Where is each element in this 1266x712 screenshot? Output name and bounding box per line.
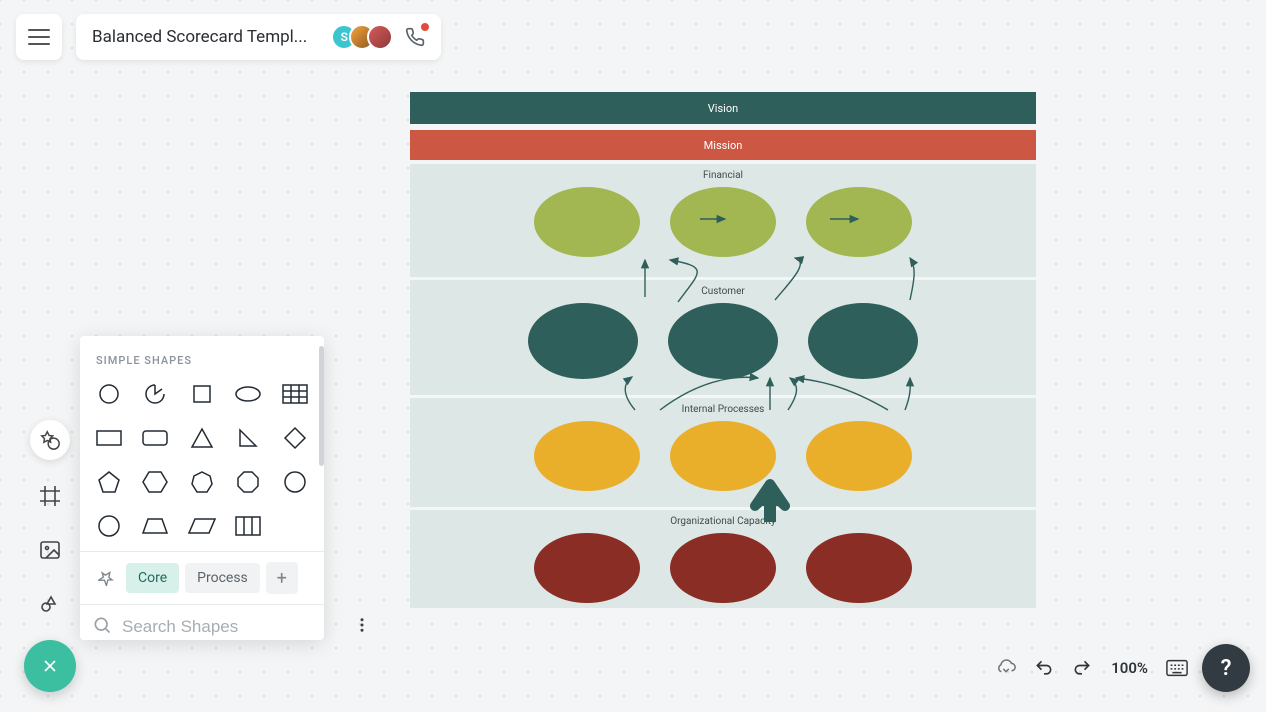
- organizational-label: Organizational Capacity: [410, 510, 1036, 527]
- financial-oval-1[interactable]: [534, 187, 640, 257]
- shape-octagon[interactable]: [229, 465, 267, 499]
- mission-band[interactable]: Mission: [410, 130, 1036, 160]
- menu-button[interactable]: [16, 14, 62, 60]
- shape-table[interactable]: [276, 377, 314, 411]
- shape-ellipse[interactable]: [229, 377, 267, 411]
- section-customer[interactable]: Customer: [410, 280, 1036, 398]
- vision-label: Vision: [708, 102, 738, 115]
- hamburger-icon: [28, 29, 50, 45]
- diagram-canvas-content[interactable]: Vision Mission Financial Customer Intern…: [410, 92, 1036, 620]
- section-internal[interactable]: Internal Processes: [410, 398, 1036, 510]
- shapes-panel-header: SIMPLE SHAPES: [80, 336, 324, 373]
- add-tab-button[interactable]: +: [266, 562, 298, 594]
- shape-triangle[interactable]: [183, 421, 221, 455]
- financial-oval-2[interactable]: [670, 187, 776, 257]
- document-title-card: Balanced Scorecard Templ... S: [76, 14, 441, 60]
- shape-empty: [276, 509, 314, 543]
- search-input[interactable]: [122, 617, 343, 637]
- shapes-tool-button[interactable]: [30, 420, 70, 460]
- shape-rounded-rect[interactable]: [136, 421, 174, 455]
- financial-oval-3[interactable]: [806, 187, 912, 257]
- panel-scrollbar[interactable]: [319, 346, 324, 466]
- vision-band[interactable]: Vision: [410, 92, 1036, 124]
- image-icon: [38, 538, 62, 562]
- shape-decagon[interactable]: [90, 509, 128, 543]
- pin-button[interactable]: [92, 564, 120, 592]
- mission-label: Mission: [704, 139, 743, 152]
- tab-process[interactable]: Process: [185, 563, 260, 593]
- more-vertical-icon: [353, 616, 371, 634]
- undo-button[interactable]: [1031, 655, 1057, 681]
- keyboard-button[interactable]: [1164, 655, 1190, 681]
- shapes-search-row: [80, 604, 324, 649]
- shapes-tabs: Core Process +: [80, 551, 324, 604]
- shape-parallelogram[interactable]: [183, 509, 221, 543]
- section-organizational[interactable]: Organizational Capacity: [410, 510, 1036, 608]
- help-icon: ?: [1221, 656, 1232, 681]
- close-icon: [40, 656, 60, 676]
- avatar-initial: S: [341, 30, 348, 44]
- avatar-3[interactable]: [367, 24, 393, 50]
- keyboard-icon: [1166, 659, 1188, 677]
- shape-grid[interactable]: [229, 509, 267, 543]
- more-button[interactable]: [353, 616, 371, 638]
- internal-oval-2[interactable]: [670, 421, 776, 491]
- shape-square[interactable]: [183, 377, 221, 411]
- organizational-oval-2[interactable]: [670, 533, 776, 603]
- pin-icon: [98, 570, 114, 586]
- undo-icon: [1034, 658, 1054, 678]
- shape-pentagon[interactable]: [90, 465, 128, 499]
- image-tool-button[interactable]: [32, 532, 68, 568]
- tab-core[interactable]: Core: [126, 563, 179, 593]
- call-button[interactable]: [403, 25, 427, 49]
- search-icon: [92, 615, 112, 639]
- participants-group: S: [331, 24, 427, 50]
- document-title[interactable]: Balanced Scorecard Templ...: [92, 27, 307, 47]
- customer-label: Customer: [410, 280, 1036, 297]
- redo-icon: [1072, 658, 1092, 678]
- shape-trapezoid[interactable]: [136, 509, 174, 543]
- notification-dot: [421, 23, 429, 31]
- help-button[interactable]: ?: [1202, 644, 1250, 692]
- customer-oval-2[interactable]: [668, 303, 778, 379]
- shape-hexagon[interactable]: [136, 465, 174, 499]
- frame-tool-button[interactable]: [32, 478, 68, 514]
- close-panel-button[interactable]: [24, 640, 76, 692]
- shape-rectangle[interactable]: [90, 421, 128, 455]
- shape-diamond[interactable]: [276, 421, 314, 455]
- frame-icon: [38, 484, 62, 508]
- draw-tool-button[interactable]: [32, 586, 68, 622]
- zoom-level[interactable]: 100%: [1107, 659, 1152, 677]
- shape-arc[interactable]: [136, 377, 174, 411]
- shape-nonagon[interactable]: [276, 465, 314, 499]
- bottom-controls: 100% ?: [993, 644, 1250, 692]
- internal-oval-1[interactable]: [534, 421, 640, 491]
- shape-circle[interactable]: [90, 377, 128, 411]
- organizational-oval-1[interactable]: [534, 533, 640, 603]
- star-shape-icon: [39, 429, 61, 451]
- shape-right-triangle[interactable]: [229, 421, 267, 455]
- redo-button[interactable]: [1069, 655, 1095, 681]
- section-financial[interactable]: Financial: [410, 164, 1036, 280]
- cloud-icon: [995, 657, 1017, 679]
- internal-label: Internal Processes: [410, 398, 1036, 415]
- organizational-oval-3[interactable]: [806, 533, 912, 603]
- left-toolbar: [24, 420, 76, 692]
- shapes-grid: [80, 373, 324, 551]
- customer-oval-3[interactable]: [808, 303, 918, 379]
- financial-label: Financial: [410, 164, 1036, 181]
- shapes-panel: SIMPLE SHAPES Core Process +: [80, 336, 324, 640]
- sync-button[interactable]: [993, 655, 1019, 681]
- shapes-icon: [38, 592, 62, 616]
- customer-oval-1[interactable]: [528, 303, 638, 379]
- top-bar: Balanced Scorecard Templ... S: [16, 14, 441, 60]
- internal-oval-3[interactable]: [806, 421, 912, 491]
- shape-heptagon[interactable]: [183, 465, 221, 499]
